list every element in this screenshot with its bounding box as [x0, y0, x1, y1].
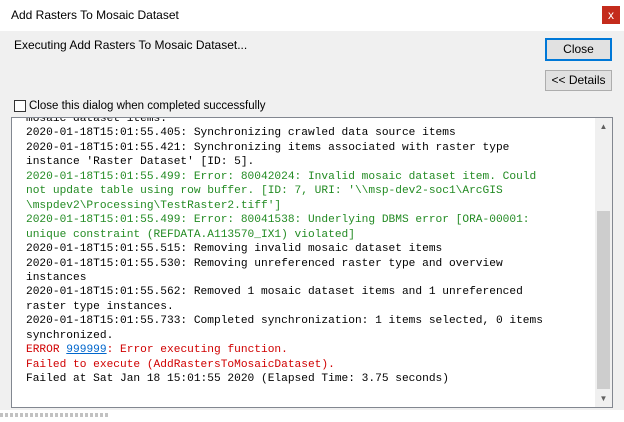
- log-line: instances: [26, 271, 87, 284]
- scroll-up-arrow-icon[interactable]: ▲: [595, 118, 612, 135]
- title-bar[interactable]: Add Rasters To Mosaic Dataset x: [0, 0, 624, 31]
- close-button[interactable]: Close: [545, 38, 612, 61]
- background-text-fragment: [0, 413, 110, 417]
- log-line-failed-execute: Failed to execute (AddRastersToMosaicDat…: [26, 358, 335, 371]
- log-line: 2020-01-18T15:01:55.405: Synchronizing c…: [26, 127, 456, 140]
- scroll-down-arrow-icon[interactable]: ▼: [595, 390, 612, 407]
- close-on-complete-row[interactable]: Close this dialog when completed success…: [14, 99, 266, 113]
- messages-log[interactable]: mosaic dataset items. 2020-01-18T15:01:55…: [11, 117, 613, 408]
- background-window-strip: [0, 410, 624, 422]
- log-line: synchronized.: [26, 329, 114, 342]
- scrollbar-thumb[interactable]: [597, 211, 610, 389]
- log-line: raster type instances.: [26, 300, 174, 313]
- messages-log-content: mosaic dataset items. 2020-01-18T15:01:55…: [26, 118, 596, 407]
- geoprocessing-dialog: Add Rasters To Mosaic Dataset x Executin…: [0, 0, 624, 410]
- error-code-link[interactable]: 999999: [66, 344, 106, 356]
- close-on-complete-checkbox[interactable]: [14, 100, 26, 112]
- log-line: mosaic dataset items.: [26, 118, 167, 125]
- error-message: : Error executing function.: [106, 344, 288, 357]
- log-line: 2020-01-18T15:01:55.733: Completed synch…: [26, 315, 543, 328]
- close-icon[interactable]: x: [602, 6, 620, 24]
- log-line: instance 'Raster Dataset' [ID: 5].: [26, 156, 255, 169]
- log-line-failed-at: Failed at Sat Jan 18 15:01:55 2020 (Elap…: [26, 373, 449, 386]
- log-line: 2020-01-18T15:01:55.562: Removed 1 mosai…: [26, 286, 523, 299]
- log-line: 2020-01-18T15:01:55.530: Removing unrefe…: [26, 257, 503, 270]
- status-text: Executing Add Rasters To Mosaic Dataset.…: [14, 38, 248, 52]
- log-line-error: 2020-01-18T15:01:55.499: Error: 80042024…: [26, 170, 537, 183]
- log-line-error: not update table using row buffer. [ID: …: [26, 185, 503, 198]
- window-title: Add Rasters To Mosaic Dataset: [11, 8, 179, 22]
- error-prefix: ERROR: [26, 344, 67, 357]
- close-on-complete-label: Close this dialog when completed success…: [29, 100, 266, 112]
- log-line-error: 2020-01-18T15:01:55.499: Error: 80041538…: [26, 214, 530, 227]
- log-scrollbar[interactable]: ▲ ▼: [595, 118, 612, 407]
- log-line-fatal-error: ERROR 999999: Error executing function.: [26, 343, 596, 357]
- details-toggle-button[interactable]: << Details: [545, 70, 612, 91]
- log-line: 2020-01-18T15:01:55.421: Synchronizing i…: [26, 141, 510, 154]
- log-line-error: unique constraint (REFDATA.A113570_IX1) …: [26, 228, 355, 241]
- log-line-error: \mspdev2\Processing\TestRaster2.tiff']: [26, 199, 282, 212]
- log-line: 2020-01-18T15:01:55.515: Removing invali…: [26, 243, 443, 256]
- messages-log-lines: mosaic dataset items. 2020-01-18T15:01:55…: [26, 118, 596, 387]
